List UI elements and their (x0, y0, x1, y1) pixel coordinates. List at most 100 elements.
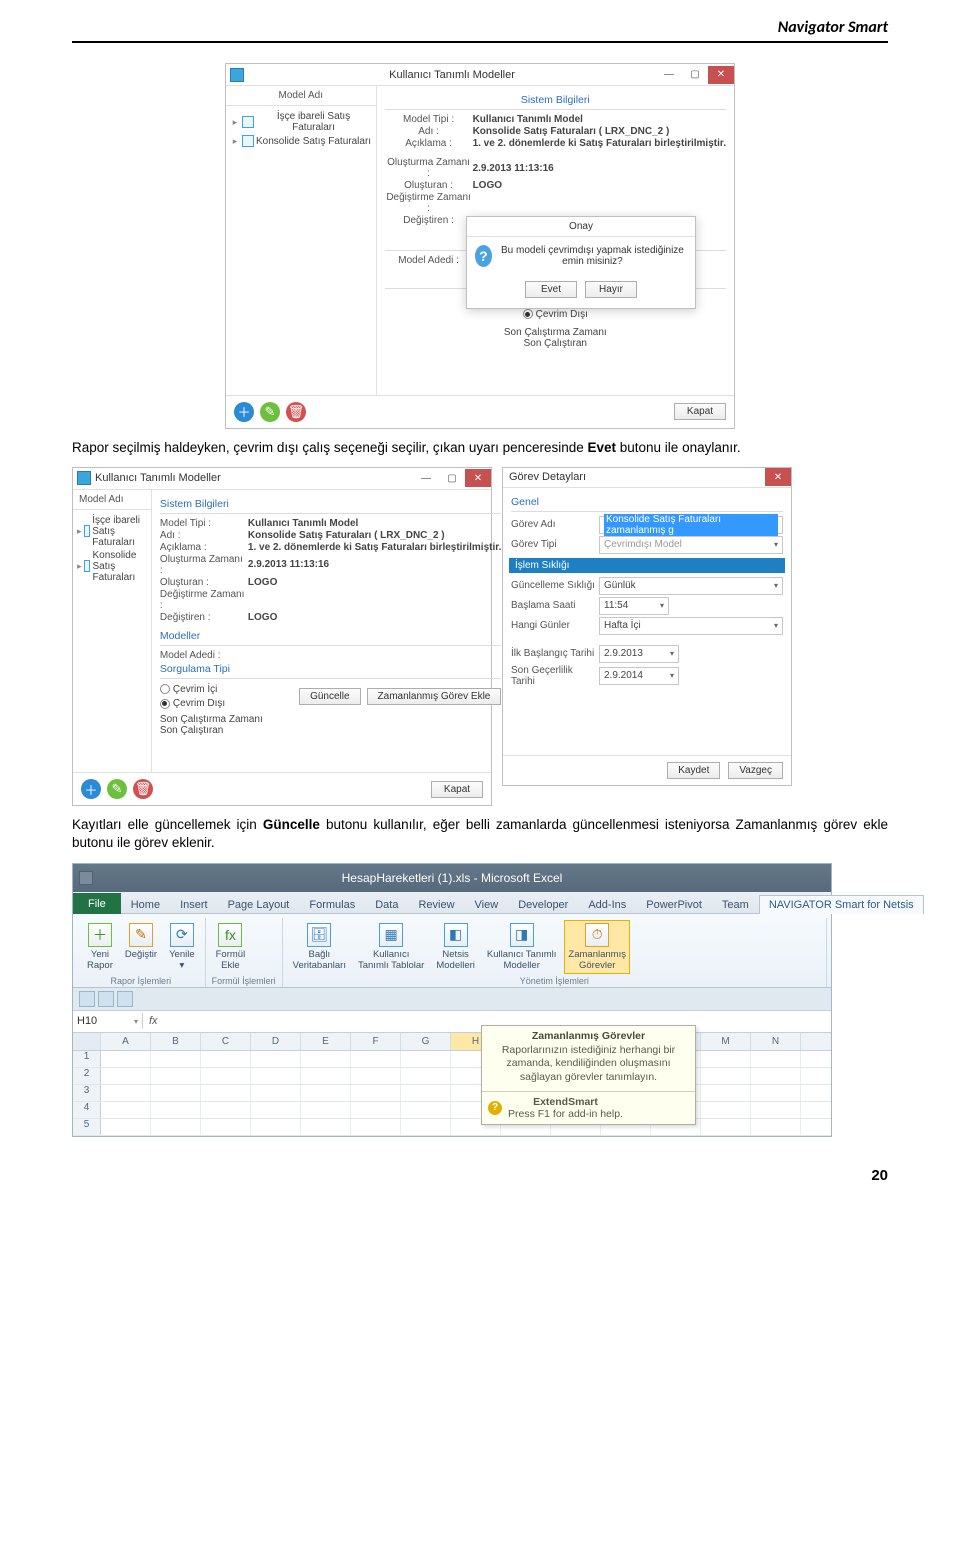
task-name-input[interactable]: Konsolide Satış Faturaları zamanlanmış g (599, 516, 783, 534)
select-all-corner[interactable] (73, 1033, 101, 1050)
tab-data[interactable]: Data (365, 895, 408, 914)
refresh-button[interactable]: ⟳Yenile ▾ (165, 920, 199, 974)
frequency-combo[interactable]: Günlük▾ (599, 577, 783, 595)
minimize-button[interactable]: — (413, 469, 439, 487)
no-button[interactable]: Hayır (585, 281, 637, 298)
radio-online[interactable]: Çevrim İçi (160, 684, 217, 695)
delete-button[interactable]: 🗑 (133, 779, 153, 799)
col-header[interactable]: C (201, 1033, 251, 1050)
worksheet-grid[interactable]: A B C D E F G H I J K L M N 1 2 (73, 1033, 831, 1136)
col-header[interactable]: F (351, 1033, 401, 1050)
user-models-button[interactable]: ◨Kullanıcı Tanımlı Modeller (483, 920, 561, 974)
value: Kullanıcı Tanımlı Model (473, 114, 583, 125)
user-tables-button[interactable]: ▦Kullanıcı Tanımlı Tablolar (354, 920, 428, 974)
col-header[interactable]: A (101, 1033, 151, 1050)
tab-powerpivot[interactable]: PowerPivot (636, 895, 712, 914)
qat-redo-icon[interactable] (117, 991, 133, 1007)
close-button[interactable]: ✕ (765, 468, 791, 486)
name-box[interactable]: H10▾ (73, 1013, 143, 1029)
tab-frequency[interactable]: İşlem Sıklığı (509, 558, 785, 573)
tab-addins[interactable]: Add-Ins (578, 895, 636, 914)
tab-navigator-smart[interactable]: NAVIGATOR Smart for Netsis (759, 895, 924, 914)
label: Son Geçerlilik Tarihi (511, 665, 599, 687)
tree-item[interactable]: ▸Konsolide Satış Faturaları (75, 549, 149, 584)
col-header[interactable]: G (401, 1033, 451, 1050)
start-date-picker[interactable]: 2.9.2013▾ (599, 645, 679, 663)
maximize-button[interactable]: ▢ (682, 66, 708, 84)
tab-review[interactable]: Review (408, 895, 464, 914)
titlebar: Kullanıcı Tanımlı Modeller — ▢ ✕ (73, 468, 491, 490)
task-type-combo[interactable]: Çevrimdışı Model▾ (599, 536, 783, 554)
value: 2.9.2013 11:13:16 (473, 163, 554, 174)
delete-button[interactable]: 🗑 (286, 402, 306, 422)
tab-view[interactable]: View (465, 895, 509, 914)
scheduled-tasks-button[interactable]: ⏱Zamanlanmış Görevler (564, 920, 630, 974)
days-combo[interactable]: Hafta İçi▾ (599, 617, 783, 635)
plus-icon: ＋ (88, 923, 112, 947)
col-header[interactable]: N (751, 1033, 801, 1050)
new-report-button[interactable]: ＋Yeni Rapor (83, 920, 117, 974)
tree-item[interactable]: ▸Konsolide Satış Faturaları (228, 134, 374, 148)
app-icon (77, 471, 91, 485)
tab-formulas[interactable]: Formulas (299, 895, 365, 914)
radio-offline[interactable]: Çevrim Dışı (160, 698, 225, 709)
yes-button[interactable]: Evet (525, 281, 577, 298)
end-date-picker[interactable]: 2.9.2014▾ (599, 667, 679, 685)
tab-team[interactable]: Team (712, 895, 759, 914)
tab-home[interactable]: Home (121, 895, 170, 914)
tree-item[interactable]: ▸İşçe ibareli Satış Faturaları (75, 514, 149, 549)
tab-file[interactable]: File (73, 893, 121, 914)
update-button[interactable]: Güncelle (299, 688, 360, 705)
tab-developer[interactable]: Developer (508, 895, 578, 914)
edit-button[interactable]: ✎ (260, 402, 280, 422)
start-time-combo[interactable]: 11:54▾ (599, 597, 669, 615)
row-header[interactable]: 2 (73, 1068, 101, 1084)
add-button[interactable]: ＋ (81, 779, 101, 799)
tooltip: Zamanlanmış Görevler Raporlarınızın iste… (481, 1025, 696, 1125)
netsis-models-button[interactable]: ◧Netsis Modelleri (432, 920, 479, 974)
cancel-button[interactable]: Vazgeç (728, 762, 783, 779)
row-header[interactable]: 3 (73, 1085, 101, 1101)
sidebar-header: Model Adı (73, 490, 151, 510)
close-button[interactable]: ✕ (708, 66, 734, 84)
label: Model Adedi : (385, 255, 473, 266)
paragraph: Rapor seçilmiş haldeyken, çevrim dışı ça… (72, 439, 888, 457)
refresh-icon: ⟳ (170, 923, 194, 947)
dialog-title: Onay (467, 217, 695, 237)
sidebar: Model Adı ▸İşçe ibareli Satış Faturaları… (73, 490, 152, 773)
add-formula-button[interactable]: fxFormül Ekle (212, 920, 250, 974)
tree-item[interactable]: ▸İşçe ibareli Satış Faturaları (228, 110, 374, 134)
row-header[interactable]: 5 (73, 1119, 101, 1135)
save-button[interactable]: Kaydet (667, 762, 720, 779)
tab-pagelayout[interactable]: Page Layout (218, 895, 300, 914)
fx-icon: fx (218, 923, 242, 947)
ribbon-group-yonetim: 🗄Bağlı Veritabanları ▦Kullanıcı Tanımlı … (283, 918, 827, 987)
row-header[interactable]: 1 (73, 1051, 101, 1067)
label: Güncelleme Sıklığı (511, 580, 599, 591)
label: Değiştiren : (385, 215, 473, 226)
close-button[interactable]: ✕ (465, 469, 491, 487)
window-models-1: Kullanıcı Tanımlı Modeller — ▢ ✕ Model A… (225, 63, 735, 429)
qat-save-icon[interactable] (79, 991, 95, 1007)
close-button-footer[interactable]: Kapat (431, 781, 483, 798)
col-header[interactable]: M (701, 1033, 751, 1050)
quick-access-toolbar (79, 871, 93, 885)
connected-db-button[interactable]: 🗄Bağlı Veritabanları (289, 920, 350, 974)
add-scheduled-task-button[interactable]: Zamanlanmış Görev Ekle (367, 688, 502, 705)
fx-icon[interactable]: fx (143, 1015, 164, 1027)
tab-insert[interactable]: Insert (170, 895, 218, 914)
edit-button[interactable]: ✎ (107, 779, 127, 799)
radio-offline[interactable]: Çevrim Dışı (523, 309, 588, 320)
qat-undo-icon[interactable] (98, 991, 114, 1007)
edit-report-button[interactable]: ✎Değiştir (121, 920, 161, 963)
col-header[interactable]: E (301, 1033, 351, 1050)
col-header[interactable]: D (251, 1033, 301, 1050)
col-header[interactable]: B (151, 1033, 201, 1050)
maximize-button[interactable]: ▢ (439, 469, 465, 487)
row-header[interactable]: 4 (73, 1102, 101, 1118)
close-button-footer[interactable]: Kapat (674, 403, 726, 420)
tree-label: İşçe ibareli Satış Faturaları (256, 111, 372, 133)
minimize-button[interactable]: — (656, 66, 682, 84)
label: Oluşturma Zamanı : (385, 157, 473, 179)
add-button[interactable]: ＋ (234, 402, 254, 422)
